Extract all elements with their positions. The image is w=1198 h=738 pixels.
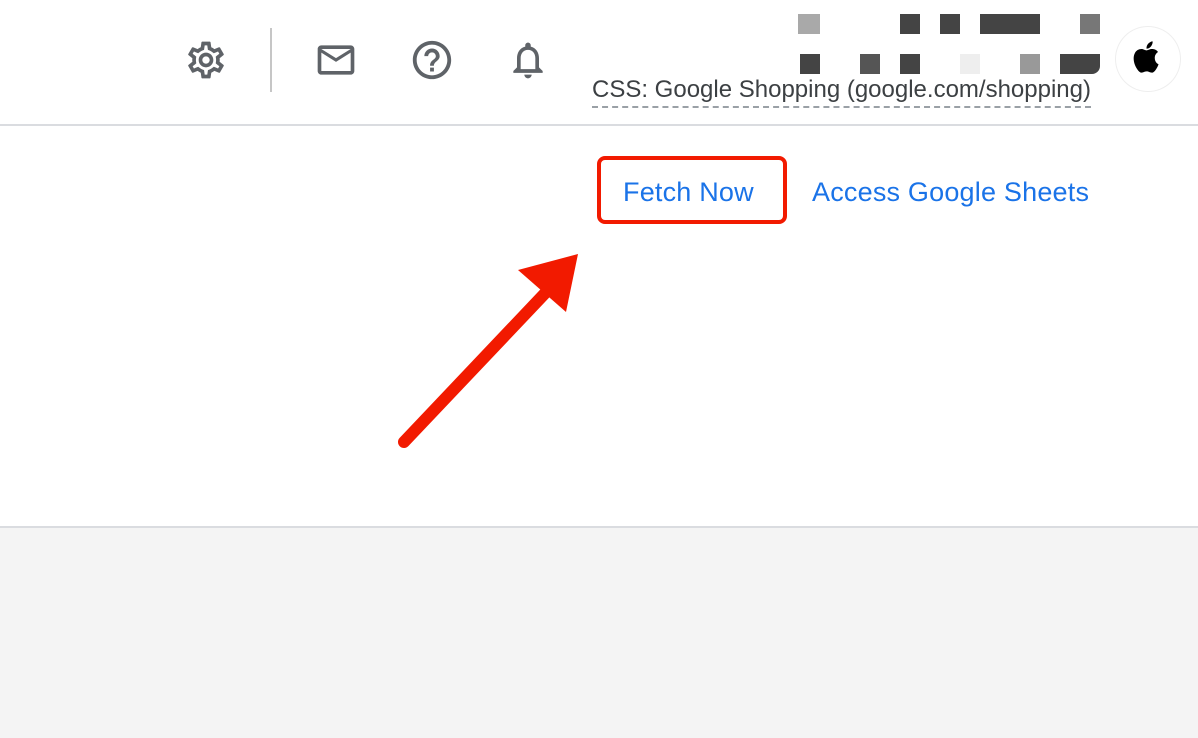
notifications-button[interactable] xyxy=(504,36,552,84)
access-google-sheets-link[interactable]: Access Google Sheets xyxy=(812,177,1089,208)
apple-logo-icon xyxy=(1130,37,1166,82)
highlight-box xyxy=(597,156,787,224)
help-button[interactable] xyxy=(408,36,456,84)
help-circle-icon xyxy=(409,37,455,83)
gear-icon xyxy=(184,38,228,82)
settings-button[interactable] xyxy=(182,36,230,84)
top-app-bar: CSS: Google Shopping (google.com/shoppin… xyxy=(0,0,1198,126)
account-label[interactable]: CSS: Google Shopping (google.com/shoppin… xyxy=(592,76,1091,108)
redacted-account-name xyxy=(798,14,1102,76)
footer-area xyxy=(0,528,1198,738)
header-divider xyxy=(270,28,272,92)
mail-button[interactable] xyxy=(312,36,360,84)
bell-icon xyxy=(506,38,550,82)
mail-icon xyxy=(314,38,358,82)
annotation-arrow xyxy=(390,240,590,460)
account-avatar[interactable] xyxy=(1116,27,1180,91)
